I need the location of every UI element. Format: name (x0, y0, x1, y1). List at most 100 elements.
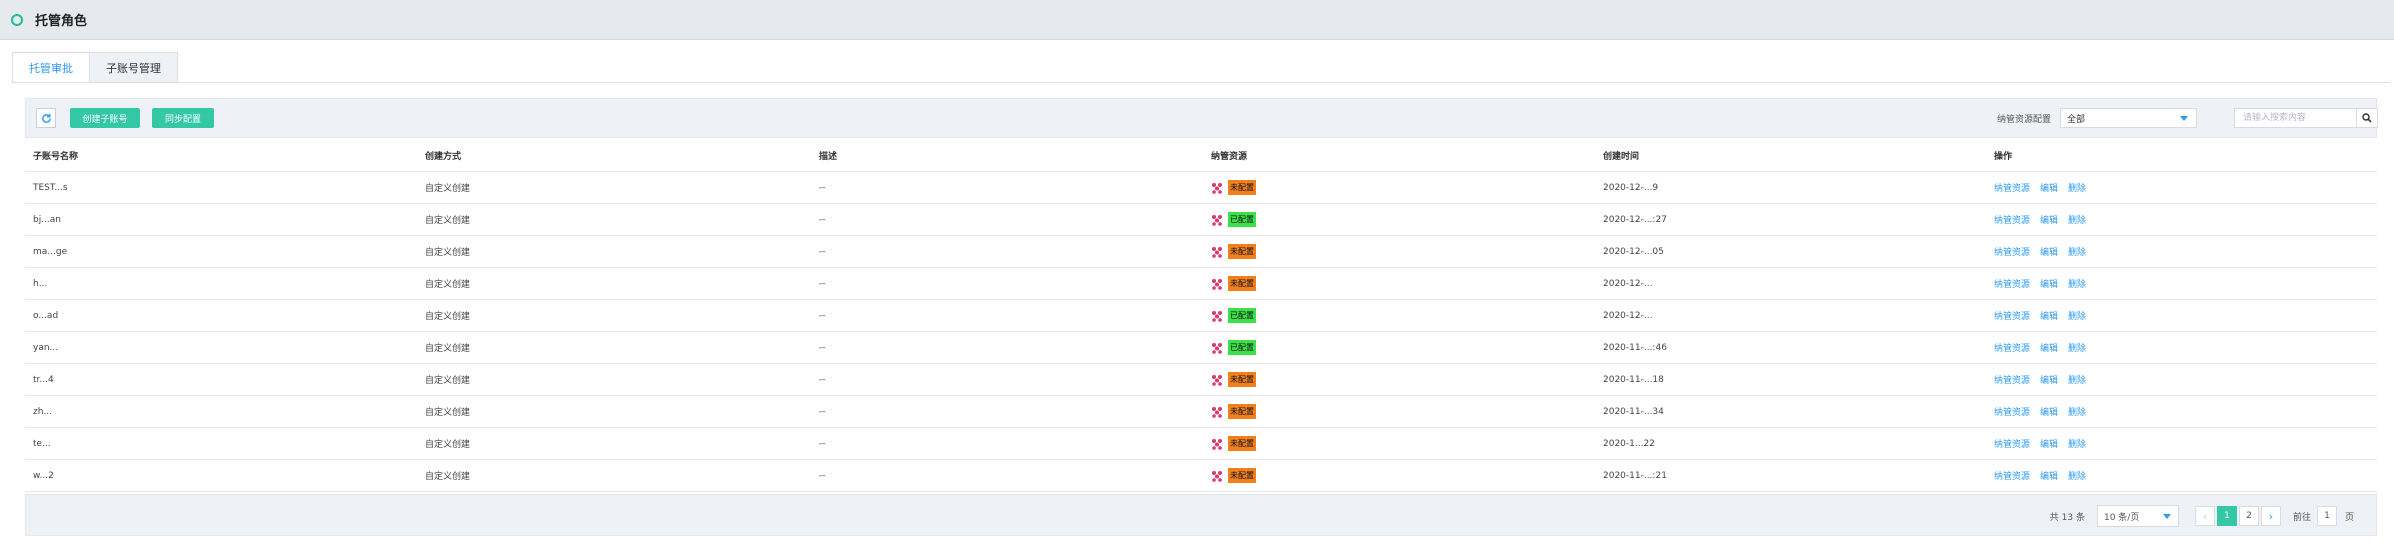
sync-config-button[interactable]: 同步配置 (152, 108, 214, 128)
delete-link[interactable]: 删除 (2068, 376, 2086, 386)
edit-link[interactable]: 编辑 (2040, 376, 2058, 386)
row-actions: 纳管资源 编辑 删除 (1994, 341, 2096, 354)
row-actions: 纳管资源 编辑 删除 (1994, 277, 2096, 290)
delete-link[interactable]: 删除 (2068, 472, 2086, 482)
create-method: 自定义创建 (425, 440, 471, 450)
resource-cluster-icon (1212, 278, 1222, 290)
search-button[interactable] (2356, 108, 2378, 128)
subaccount-name: te... (33, 438, 51, 449)
config-status-badge: 未配置 (1228, 404, 1256, 419)
table-row: ma...ge 自定义创建 -- 未配置 2020-12-...05 纳管资源 编辑 删除 (25, 236, 2377, 268)
row-actions: 纳管资源 编辑 删除 (1994, 373, 2096, 386)
create-time: 2020-11-...34 (1603, 406, 1664, 417)
create-method: 自定义创建 (425, 472, 471, 482)
edit-link[interactable]: 编辑 (2040, 184, 2058, 194)
edit-link[interactable]: 编辑 (2040, 312, 2058, 322)
create-time: 2020-12-...9 (1603, 182, 1659, 193)
resource-cell: 未配置 (1211, 372, 1256, 387)
page-button-1[interactable]: 1 (2216, 506, 2237, 526)
description: -- (819, 374, 826, 385)
edit-link[interactable]: 编辑 (2040, 248, 2058, 258)
refresh-button[interactable] (36, 108, 56, 128)
page-size-select[interactable]: 10 条/页 (2096, 505, 2179, 527)
edit-link[interactable]: 编辑 (2040, 344, 2058, 354)
table-row: te... 自定义创建 -- 未配置 2020-1...22 纳管资源 编辑 删除 (25, 428, 2377, 460)
tab-approval[interactable]: 托管审批 (12, 52, 90, 83)
search-input[interactable] (2234, 108, 2357, 128)
create-time: 2020-12-...05 (1603, 246, 1664, 257)
manage-resource-link[interactable]: 纳管资源 (1994, 408, 2030, 418)
table-header: 子账号名称 创建方式 描述 纳管资源 创建时间 操作 (25, 140, 2377, 172)
create-subaccount-button[interactable]: 创建子账号 (70, 108, 140, 128)
edit-link[interactable]: 编辑 (2040, 216, 2058, 226)
row-actions: 纳管资源 编辑 删除 (1994, 181, 2096, 194)
goto-page-input[interactable]: 1 (2316, 506, 2337, 526)
next-page-button[interactable]: › (2260, 506, 2281, 526)
manage-resource-link[interactable]: 纳管资源 (1994, 184, 2030, 194)
create-method: 自定义创建 (425, 248, 471, 258)
table-row: zh... 自定义创建 -- 未配置 2020-11-...34 纳管资源 编辑 删除 (25, 396, 2377, 428)
column-header-actions: 操作 (1994, 152, 2013, 162)
manage-resource-link[interactable]: 纳管资源 (1994, 472, 2030, 482)
page: 托管角色 托管审批 子账号管理 创建子账号 同步配置 纳管资源配置 全部 子账号… (0, 0, 2394, 546)
resource-cell: 已配置 (1211, 308, 1256, 323)
resource-cluster-icon (1212, 246, 1222, 258)
manage-resource-link[interactable]: 纳管资源 (1994, 280, 2030, 290)
delete-link[interactable]: 删除 (2068, 280, 2086, 290)
create-method: 自定义创建 (425, 216, 471, 226)
config-status-badge: 未配置 (1228, 436, 1256, 451)
edit-link[interactable]: 编辑 (2040, 408, 2058, 418)
manage-resource-link[interactable]: 纳管资源 (1994, 248, 2030, 258)
edit-link[interactable]: 编辑 (2040, 472, 2058, 482)
resource-filter-select[interactable]: 全部 (2060, 108, 2197, 128)
row-actions: 纳管资源 编辑 删除 (1994, 213, 2096, 226)
pagination: 共 13 条 10 条/页 ‹ 1 2 › 前往 1 页 (2050, 505, 2354, 527)
row-actions: 纳管资源 编辑 删除 (1994, 405, 2096, 418)
create-method: 自定义创建 (425, 344, 471, 354)
delete-link[interactable]: 删除 (2068, 344, 2086, 354)
description: -- (819, 214, 826, 225)
page-title: 托管角色 (35, 14, 88, 29)
delete-link[interactable]: 删除 (2068, 216, 2086, 226)
row-actions: 纳管资源 编辑 删除 (1994, 437, 2096, 450)
create-time: 2020-11-...:46 (1603, 342, 1667, 353)
tab-subaccount-management[interactable]: 子账号管理 (89, 52, 178, 83)
circle-status-icon (11, 13, 23, 26)
description: -- (819, 342, 826, 353)
manage-resource-link[interactable]: 纳管资源 (1994, 344, 2030, 354)
table-row: TEST...s 自定义创建 -- 未配置 2020-12-...9 纳管资源 编辑 删除 (25, 172, 2377, 204)
delete-link[interactable]: 删除 (2068, 440, 2086, 450)
delete-link[interactable]: 删除 (2068, 408, 2086, 418)
create-method: 自定义创建 (425, 280, 471, 290)
column-header-method: 创建方式 (425, 152, 462, 162)
search-icon (2362, 113, 2372, 123)
resource-cluster-icon (1212, 342, 1222, 354)
manage-resource-link[interactable]: 纳管资源 (1994, 216, 2030, 226)
prev-page-button[interactable]: ‹ (2194, 506, 2215, 526)
table-body: TEST...s 自定义创建 -- 未配置 2020-12-...9 纳管资源 编辑 删除 bj… (25, 172, 2377, 492)
column-header-name: 子账号名称 (33, 152, 79, 162)
resource-cell: 未配置 (1211, 404, 1256, 419)
resource-cell: 未配置 (1211, 436, 1256, 451)
resource-cell: 未配置 (1211, 244, 1256, 259)
subaccount-name: bj...an (33, 214, 62, 225)
subaccount-name: w...2 (33, 470, 54, 481)
create-method: 自定义创建 (425, 376, 471, 386)
subaccount-name: zh... (33, 406, 53, 417)
edit-link[interactable]: 编辑 (2040, 440, 2058, 450)
config-status-badge: 已配置 (1228, 340, 1256, 355)
header-bar: 托管角色 (0, 0, 2394, 40)
table-row: w...2 自定义创建 -- 未配置 2020-11-...:21 纳管资源 编辑 删除 (25, 460, 2377, 492)
edit-link[interactable]: 编辑 (2040, 280, 2058, 290)
delete-link[interactable]: 删除 (2068, 312, 2086, 322)
config-status-badge: 未配置 (1228, 468, 1256, 483)
page-button-2[interactable]: 2 (2238, 506, 2259, 526)
manage-resource-link[interactable]: 纳管资源 (1994, 376, 2030, 386)
manage-resource-link[interactable]: 纳管资源 (1994, 440, 2030, 450)
manage-resource-link[interactable]: 纳管资源 (1994, 312, 2030, 322)
create-method: 自定义创建 (425, 408, 471, 418)
delete-link[interactable]: 删除 (2068, 184, 2086, 194)
resource-filter-label: 纳管资源配置 (1997, 114, 2052, 125)
delete-link[interactable]: 删除 (2068, 248, 2086, 258)
resource-filter-value: 全部 (2067, 114, 2086, 125)
